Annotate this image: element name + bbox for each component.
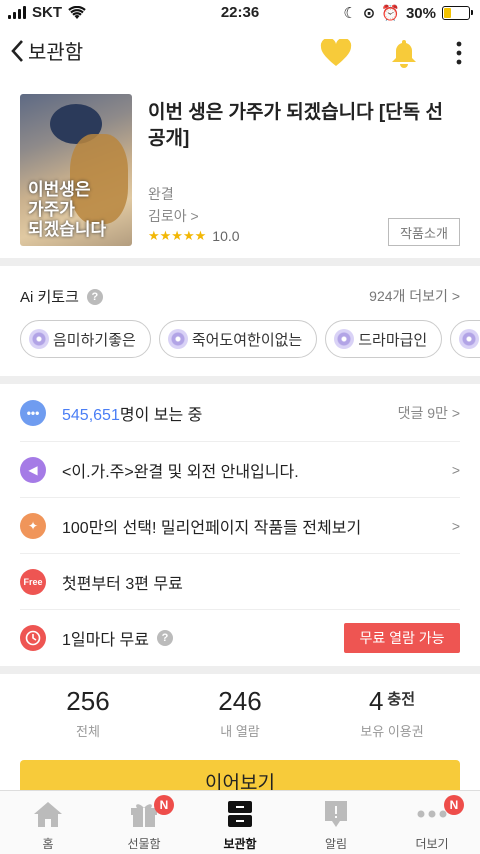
keyword-chip-label: 죽어도여한이없는 (191, 331, 303, 349)
disc-icon (459, 329, 480, 349)
section-divider (0, 666, 480, 674)
stat-label: 내 열람 (220, 724, 260, 739)
stat-label: 보유 이용권 (360, 724, 424, 739)
tab-notifications[interactable]: 알림 (288, 799, 384, 854)
stat-label: 전체 (76, 724, 100, 739)
keyword-chips: 음미하기좋은 죽어도여한이없는 드라마급인 (20, 320, 480, 358)
stat-value: 4 충전 (312, 686, 472, 717)
nav-bar: 보관함 (0, 30, 480, 76)
free-episodes-text: 첫편부터 3편 무료 (62, 576, 183, 593)
tab-home[interactable]: 홈 (0, 799, 96, 854)
chevron-left-icon (11, 39, 23, 62)
moon-icon: ☾ (343, 5, 357, 22)
library-icon (192, 799, 288, 829)
status-right: ☾ ⊙ ⏰ 30% (343, 4, 473, 22)
stat-number: 4 (368, 686, 384, 716)
chevron-right-icon: > (451, 518, 460, 534)
battery-percent: 30% (405, 4, 436, 22)
book-info: 이번생은 가주가 되겠습니다 이번 생은 가주가 되겠습니다 [단독 선공개] 완결… (20, 94, 460, 248)
viewer-count: 545,651 (62, 407, 120, 424)
free-read-button[interactable]: 무료 열람 가능 (344, 623, 460, 653)
tab-label: 더보기 (415, 837, 449, 851)
viewers-row[interactable]: ••• 545,651명이 보는 중 댓글 9만 > (20, 385, 460, 441)
back-label: 보관함 (28, 42, 84, 64)
promo-row[interactable]: ✦ 100만의 선택! 밀리언페이지 작품들 전체보기 > (20, 498, 460, 554)
disc-icon (29, 329, 49, 349)
section-divider (0, 258, 480, 266)
help-icon[interactable]: ? (156, 630, 173, 646)
free-icon: Free (20, 569, 46, 595)
stats-bar: 256 전체 246 내 열람 4 충전 보유 이용권 (0, 676, 480, 752)
keyword-chip[interactable]: 죽어도여한이없는 (158, 320, 318, 358)
tab-label: 알림 (324, 837, 348, 851)
stat-number: 256 (66, 686, 110, 716)
keyword-chip-label: 음미하기좋은 (53, 331, 136, 349)
stat-tickets[interactable]: 4 충전 보유 이용권 (312, 686, 472, 740)
new-badge: N (154, 795, 174, 815)
heart-icon[interactable] (320, 39, 352, 67)
tab-label: 홈 (42, 837, 54, 851)
daily-free-text: 1일마다 무료 (62, 632, 149, 649)
home-icon (0, 799, 96, 829)
megaphone-icon: ◀ (20, 457, 46, 483)
keyword-chip[interactable]: 음미하기좋은 (20, 320, 151, 358)
book-title: 이번 생은 가주가 되겠습니다 [단독 선공개] (148, 102, 443, 149)
bell-icon[interactable] (390, 38, 418, 68)
keyword-label: Ai 키토크 (20, 289, 79, 306)
chevron-right-icon: > (451, 462, 460, 478)
tab-label: 선물함 (127, 837, 161, 851)
intro-button[interactable]: 작품소개 (388, 218, 460, 246)
viewers-text: 545,651명이 보는 중 (62, 401, 202, 425)
daily-free-row: 1일마다 무료 ? 무료 열람 가능 (20, 610, 460, 666)
tab-bar: 홈 N 선물함 보관함 알림 N 더보기 (0, 790, 480, 854)
rating-value: 10.0 (212, 228, 240, 244)
keyword-header: Ai 키토크 ? 924개 더보기 > (20, 284, 460, 308)
author-link[interactable]: 김로아 > (148, 206, 199, 226)
stat-read[interactable]: 246 내 열람 (160, 686, 320, 740)
battery-icon (442, 6, 473, 20)
book-cover[interactable]: 이번생은 가주가 되겠습니다 (20, 94, 132, 246)
clock-icon (20, 625, 46, 651)
tab-label: 보관함 (223, 837, 257, 851)
tab-gift[interactable]: N 선물함 (96, 795, 192, 854)
free-episodes-row: Free 첫편부터 3편 무료 (20, 554, 460, 610)
alarm-icon: ⏰ (381, 5, 400, 22)
back-button[interactable]: 보관함 (10, 36, 83, 65)
disc-icon (334, 329, 355, 349)
section-divider (0, 376, 480, 384)
viewer-suffix: 명이 보는 중 (119, 407, 203, 424)
promo-text: 100만의 선택! 밀리언페이지 작품들 전체보기 (62, 520, 362, 537)
charge-link[interactable]: 충전 (387, 691, 415, 708)
rating: ★★★★★ 10.0 (148, 228, 240, 244)
keyword-more-link[interactable]: 924개 더보기 > (369, 286, 460, 306)
chat-bubble-icon: ••• (20, 400, 46, 426)
nav-actions (320, 38, 462, 68)
disc-icon (167, 329, 188, 349)
more-vertical-icon[interactable] (456, 41, 462, 65)
notice-text: <이.가.주>완결 및 외전 안내입니다. (62, 464, 299, 481)
party-popper-icon: ✦ (20, 513, 46, 539)
comments-link[interactable]: 댓글 9만 > (398, 403, 460, 423)
stat-value: 256 (8, 686, 168, 717)
tab-more[interactable]: N 더보기 (384, 795, 480, 854)
more-dots-icon: N (384, 795, 480, 829)
book-status: 완결 (148, 186, 174, 202)
keyword-label-group: Ai 키토크 ? (20, 286, 103, 307)
help-icon[interactable]: ? (86, 288, 103, 305)
rating-stars-icon: ★★★★★ (148, 228, 207, 243)
status-bar: SKT 22:36 ☾ ⊙ ⏰ 30% (0, 0, 480, 28)
notice-row[interactable]: ◀ <이.가.주>완결 및 외전 안내입니다. > (20, 442, 460, 498)
keyword-chip[interactable]: 드라마급인 (325, 320, 443, 358)
stat-number: 246 (218, 686, 262, 716)
notification-icon (288, 799, 384, 829)
tab-library[interactable]: 보관함 (192, 799, 288, 854)
keyword-chip-label: 드라마급인 (358, 331, 428, 349)
new-badge: N (444, 795, 464, 815)
cover-logo: 이번생은 가주가 되겠습니다 (28, 180, 107, 240)
rotation-lock-icon: ⊙ (362, 5, 376, 22)
keyword-chip[interactable] (450, 320, 480, 358)
stat-total[interactable]: 256 전체 (8, 686, 168, 740)
stat-value: 246 (160, 686, 320, 717)
gift-icon: N (96, 795, 192, 829)
